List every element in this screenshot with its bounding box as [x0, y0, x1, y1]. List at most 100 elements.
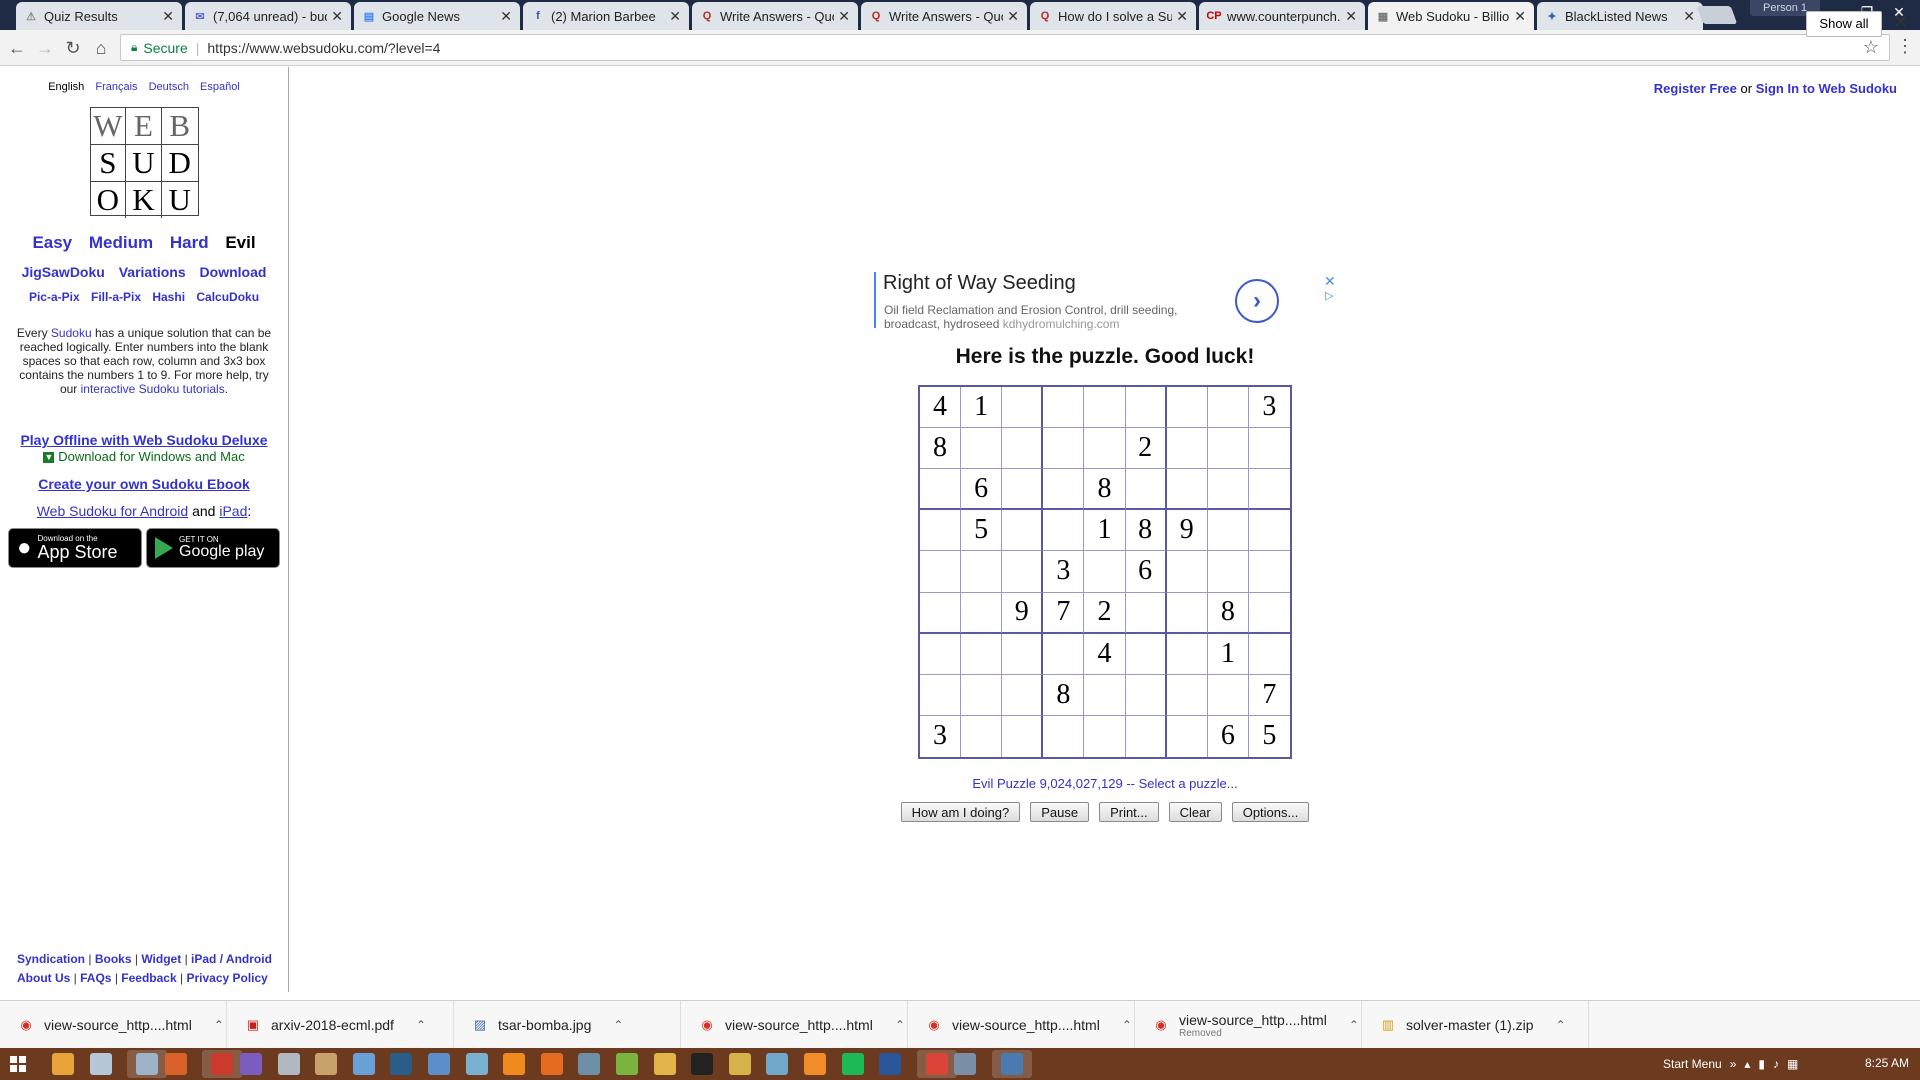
empty-cell[interactable]	[1084, 551, 1126, 593]
empty-cell[interactable]	[1002, 510, 1044, 552]
empty-cell[interactable]	[1248, 428, 1290, 470]
ad-banner[interactable]: Right of Way Seeding Oil field Reclamati…	[874, 272, 1336, 331]
download-item[interactable]: ◉ view-source_http....html ⌃	[908, 1001, 1135, 1049]
browser-tab[interactable]: ✦ BlackListed News ✕	[1537, 2, 1703, 30]
how-am-i-doing-button[interactable]: How am I doing?	[900, 802, 1021, 822]
empty-cell[interactable]	[1248, 469, 1290, 511]
level-hard[interactable]: Hard	[170, 233, 209, 252]
close-shelf-icon[interactable]: ✕	[1893, 12, 1908, 33]
empty-cell[interactable]	[1002, 387, 1044, 429]
start-menu-label[interactable]: Start Menu	[1663, 1057, 1722, 1071]
register-link[interactable]: Register Free	[1654, 81, 1737, 96]
level-evil[interactable]: Evil	[225, 233, 255, 252]
clock[interactable]: 8:25 AM	[1865, 1056, 1909, 1070]
android-link[interactable]: Web Sudoku for Android	[37, 503, 189, 519]
empty-cell[interactable]	[1166, 469, 1208, 511]
browser-tab[interactable]: f (2) Marion Barbee ✕	[523, 2, 689, 30]
empty-cell[interactable]	[1043, 428, 1085, 470]
settings-taskbar-icon[interactable]	[428, 1053, 450, 1075]
tray-chevron-icon[interactable]: »	[1730, 1057, 1737, 1071]
link-widget[interactable]: Widget	[141, 952, 181, 966]
empty-cell[interactable]	[1207, 387, 1249, 429]
link-about-us[interactable]: About Us	[17, 971, 70, 985]
chevron-up-icon[interactable]: ⌃	[416, 1018, 426, 1032]
link-hashi[interactable]: Hashi	[152, 290, 185, 304]
lang-german[interactable]: Deutsch	[149, 81, 189, 93]
window-taskbar-icon[interactable]	[992, 1050, 1032, 1078]
lang-spanish[interactable]: Español	[200, 81, 240, 93]
network-taskbar-icon[interactable]	[465, 1053, 488, 1075]
browser-menu-icon[interactable]: ⋮	[1896, 36, 1914, 57]
link-faqs[interactable]: FAQs	[80, 971, 111, 985]
link-pic-a-pix[interactable]: Pic-a-Pix	[29, 290, 80, 304]
empty-cell[interactable]	[1002, 551, 1044, 593]
empty-cell[interactable]	[961, 428, 1003, 470]
empty-cell[interactable]	[1043, 633, 1085, 675]
link-ipad-android[interactable]: iPad / Android	[191, 952, 272, 966]
notepad-taskbar-icon[interactable]	[89, 1053, 112, 1075]
tab-close-icon[interactable]: ✕	[669, 8, 681, 25]
empty-cell[interactable]	[1002, 674, 1044, 716]
empty-cell[interactable]	[1167, 715, 1208, 757]
offline-deluxe-link[interactable]: Play Offline with Web Sudoku Deluxe	[0, 432, 288, 448]
empty-cell[interactable]	[1125, 387, 1167, 429]
empty-cell[interactable]	[920, 469, 962, 511]
empty-cell[interactable]	[1084, 715, 1126, 757]
empty-cell[interactable]	[920, 633, 962, 675]
download-item[interactable]: ▥ solver-master (1).zip ⌃	[1362, 1001, 1589, 1049]
empty-cell[interactable]	[1002, 428, 1044, 470]
empty-cell[interactable]	[1207, 674, 1249, 716]
empty-cell[interactable]	[1248, 634, 1290, 675]
url-text[interactable]: https://www.websudoku.com/?level=4	[207, 40, 440, 56]
empty-cell[interactable]	[1207, 510, 1249, 552]
empty-cell[interactable]	[961, 551, 1003, 593]
ad-close-icon[interactable]: ✕	[1324, 273, 1336, 290]
ad-title[interactable]: Right of Way Seeding	[883, 272, 1076, 295]
empty-cell[interactable]	[920, 551, 962, 593]
word-taskbar-icon[interactable]	[879, 1053, 902, 1075]
tab-close-icon[interactable]: ✕	[500, 8, 512, 25]
level-easy[interactable]: Easy	[32, 233, 72, 252]
link-download[interactable]: Download	[200, 264, 267, 280]
download-item[interactable]: ◉ view-source_http....html Removed ⌃	[1135, 1001, 1362, 1049]
back-icon[interactable]: ←	[6, 37, 28, 59]
tab-close-icon[interactable]: ✕	[1007, 8, 1019, 25]
print-button[interactable]: Print...	[1099, 802, 1159, 822]
explorer-taskbar-icon[interactable]	[352, 1053, 375, 1075]
firefox-taskbar-icon[interactable]	[540, 1053, 563, 1075]
clear-button[interactable]: Clear	[1168, 802, 1222, 822]
empty-cell[interactable]	[1125, 633, 1167, 675]
search-taskbar-icon[interactable]	[954, 1053, 977, 1075]
empty-cell[interactable]	[1166, 633, 1208, 675]
show-all-downloads-button[interactable]: Show all	[1806, 11, 1882, 37]
link-calcudoku[interactable]: CalcuDoku	[196, 290, 259, 304]
empty-cell[interactable]	[1207, 428, 1249, 470]
tray-up-icon[interactable]: ▴	[1744, 1057, 1750, 1071]
google-play-badge[interactable]: GET IT ON Google play	[146, 528, 280, 568]
vscode-taskbar-icon[interactable]	[240, 1053, 262, 1075]
new-tab-button[interactable]	[1696, 6, 1738, 24]
folder-taskbar-icon[interactable]	[277, 1053, 300, 1075]
browser-tab[interactable]: Q Write Answers - Quo ✕	[692, 2, 858, 30]
browser-tab[interactable]: ✉ (7,064 unread) - bud ✕	[185, 2, 351, 30]
empty-cell[interactable]	[961, 592, 1003, 634]
level-medium[interactable]: Medium	[89, 233, 153, 252]
empty-cell[interactable]	[1043, 510, 1085, 552]
sudoku-link[interactable]: Sudoku	[51, 326, 92, 340]
empty-cell[interactable]	[1125, 469, 1167, 511]
trash-taskbar-icon[interactable]	[766, 1053, 789, 1075]
browser-tab[interactable]: Q Write Answers - Quo ✕	[861, 2, 1027, 30]
tab-close-icon[interactable]: ✕	[1345, 8, 1357, 25]
vlc-taskbar-icon[interactable]	[503, 1053, 526, 1075]
reload-icon[interactable]: ↻	[62, 37, 84, 59]
empty-cell[interactable]	[1166, 428, 1208, 470]
browser-tab[interactable]: CP www.counterpunch.o ✕	[1199, 2, 1365, 30]
sublime-taskbar-icon[interactable]	[804, 1053, 826, 1075]
puzzle-info[interactable]: Evil Puzzle 9,024,027,129 -- Select a pu…	[860, 776, 1350, 791]
notes-taskbar-icon[interactable]	[728, 1053, 751, 1075]
windows-start-icon[interactable]	[10, 1056, 26, 1072]
home-icon[interactable]: ⌂	[90, 37, 112, 59]
empty-cell[interactable]	[1166, 592, 1208, 634]
download-item[interactable]: ▨ tsar-bomba.jpg ⌃	[454, 1001, 681, 1049]
tab-close-icon[interactable]: ✕	[1176, 8, 1188, 25]
